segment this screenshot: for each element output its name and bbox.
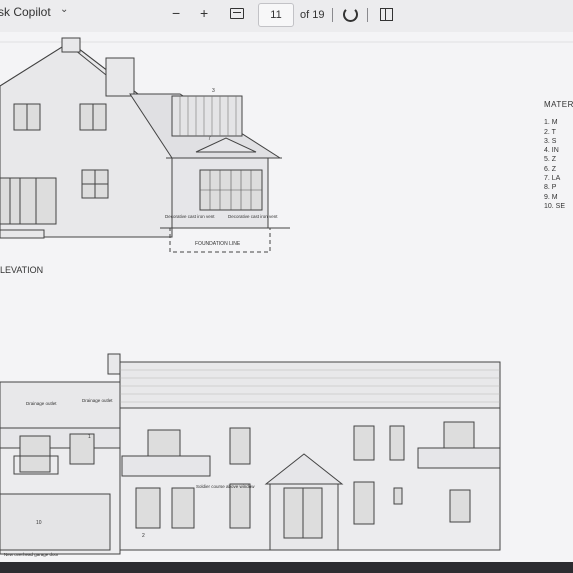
num-3: 3	[212, 88, 215, 94]
drainage-outlet-1: Drainage outlet	[26, 401, 57, 406]
material-item: 10. SE	[544, 202, 566, 210]
soldier-course-note: Soldier course above window	[196, 484, 255, 489]
num-1: 1	[88, 434, 91, 440]
material-item: 7. LA	[544, 175, 561, 183]
num-10: 10	[36, 520, 42, 526]
bottom-bar	[0, 562, 573, 573]
viewer-toolbar: sk Copilot ⌄ − + 11 of 19	[0, 0, 573, 33]
material-item: 5. Z	[544, 156, 557, 164]
foundation-label: FOUNDATION LINE	[195, 241, 241, 247]
drainage-outlet-2: Drainage outlet	[82, 398, 113, 403]
material-item: 3. S	[544, 137, 557, 145]
num-7: 7	[208, 136, 211, 142]
num-2: 2	[142, 533, 145, 539]
rotate-icon[interactable]	[343, 7, 358, 22]
material-item: 2. T	[544, 128, 556, 136]
elevation-title: LEVATION	[0, 265, 43, 275]
architectural-drawing: 3 7 Decorative cast iron vent Decorative…	[0, 37, 573, 557]
app-title: sk Copilot	[0, 5, 51, 19]
divider	[367, 8, 368, 22]
fit-width-icon[interactable]	[230, 8, 244, 19]
page-number-input[interactable]: 11	[258, 3, 294, 27]
garage-door-note: New overhead garage door	[4, 552, 59, 557]
zoom-in-button[interactable]: +	[200, 6, 208, 20]
materials-list: MATER 1. M 2. T 3. S 4. IN 5. Z 6. Z 7. …	[544, 100, 573, 211]
material-item: 8. P	[544, 184, 557, 192]
material-item: 9. M	[544, 193, 558, 201]
material-item: 6. Z	[544, 165, 557, 173]
zoom-out-button[interactable]: −	[172, 6, 180, 20]
upper-elevation	[0, 37, 290, 253]
material-item: 1. M	[544, 119, 558, 127]
divider	[332, 8, 333, 22]
decorative-note-left: Decorative cast iron vent	[165, 214, 215, 219]
page-count: of 19	[300, 9, 325, 21]
lower-elevation	[0, 353, 501, 555]
page-view-icon[interactable]	[380, 8, 393, 21]
drawing-sheet: 3 7 Decorative cast iron vent Decorative…	[0, 32, 573, 562]
decorative-note-right: Decorative cast iron vent	[228, 214, 278, 219]
materials-title: MATER	[544, 100, 573, 109]
chevron-down-icon[interactable]: ⌄	[60, 4, 68, 15]
material-item: 4. IN	[544, 147, 559, 155]
